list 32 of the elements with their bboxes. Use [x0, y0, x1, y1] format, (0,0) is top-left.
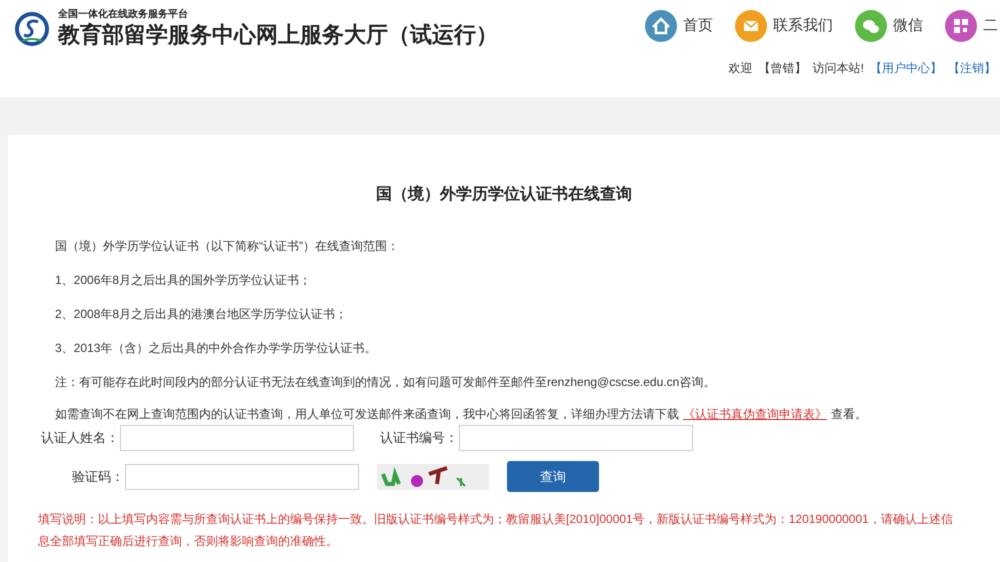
header-link[interactable]: 【用户中心】 [870, 59, 942, 77]
info-paragraph: 2、2008年8月之后出具的港澳台地区学历学位认证书； [55, 306, 348, 323]
info-paragraph: 注：有可能存在此时间段内的部分认证书无法在线查询到的情况，如有问题可发邮件至邮件至renzheng@cscse.edu.cn咨询。 [55, 374, 716, 391]
number-field[interactable] [459, 425, 693, 451]
header-link[interactable]: 【注销】 [948, 59, 996, 77]
platform-subtitle: 全国一体化在线政务服务平台 [58, 8, 189, 21]
logo-icon [14, 10, 50, 46]
wechat-icon [855, 10, 887, 42]
field-label: 验证码： [71, 468, 124, 486]
nav-link[interactable]: 微信 [855, 10, 923, 42]
mail-icon [735, 10, 767, 42]
download-note: 如需查询不在网上查询范围内的认证书查询，用人单位可发送邮件来函查询，我中心将回函答复，详细办理方法请下载 《认证书真伪查询申请表》 查看。 [55, 406, 868, 423]
field-label: 认证书编号： [379, 429, 458, 448]
download-link[interactable]: 《认证书真伪查询申请表》 [683, 407, 827, 421]
site-title: 教育部留学服务中心网上服务大厅（试运行） [58, 21, 498, 49]
query-button[interactable]: 查询 [507, 461, 599, 492]
name-field[interactable] [120, 425, 354, 451]
captcha-field[interactable] [125, 464, 359, 490]
page-heading: 国（境）外学历学位认证书在线查询 [375, 184, 633, 205]
info-paragraph: 国（境）外学历学位认证书（以下简称“认证书”）在线查询范围： [55, 238, 400, 255]
qr-icon [945, 10, 977, 42]
welcome-text: 欢迎 [728, 60, 753, 77]
fill-instructions: 填写说明：以上填写内容需与所查询认证书上的编号保持一致。旧版认证书编号样式为；教留服认美[2010]00001号，新版认证书编号样式为：120190000001，请确认上述信息全部填写正确后进行查询，否则将影响查询的准确性。 [38, 511, 953, 550]
nav-link[interactable]: 二 [945, 10, 998, 42]
nav-link[interactable]: 首页 [645, 10, 713, 42]
info-paragraph: 3、2013年（含）之后出具的中外合作办学学历学位认证书。 [55, 340, 378, 357]
field-label: 认证人姓名： [40, 429, 119, 448]
nav-link[interactable]: 联系我们 [735, 10, 833, 42]
home-icon [645, 10, 677, 42]
info-paragraph: 1、2006年8月之后出具的国外学历学位认证书； [55, 272, 312, 289]
welcome-text: 【曾错】 [758, 60, 807, 77]
welcome-text: 访问本站! [812, 60, 864, 77]
